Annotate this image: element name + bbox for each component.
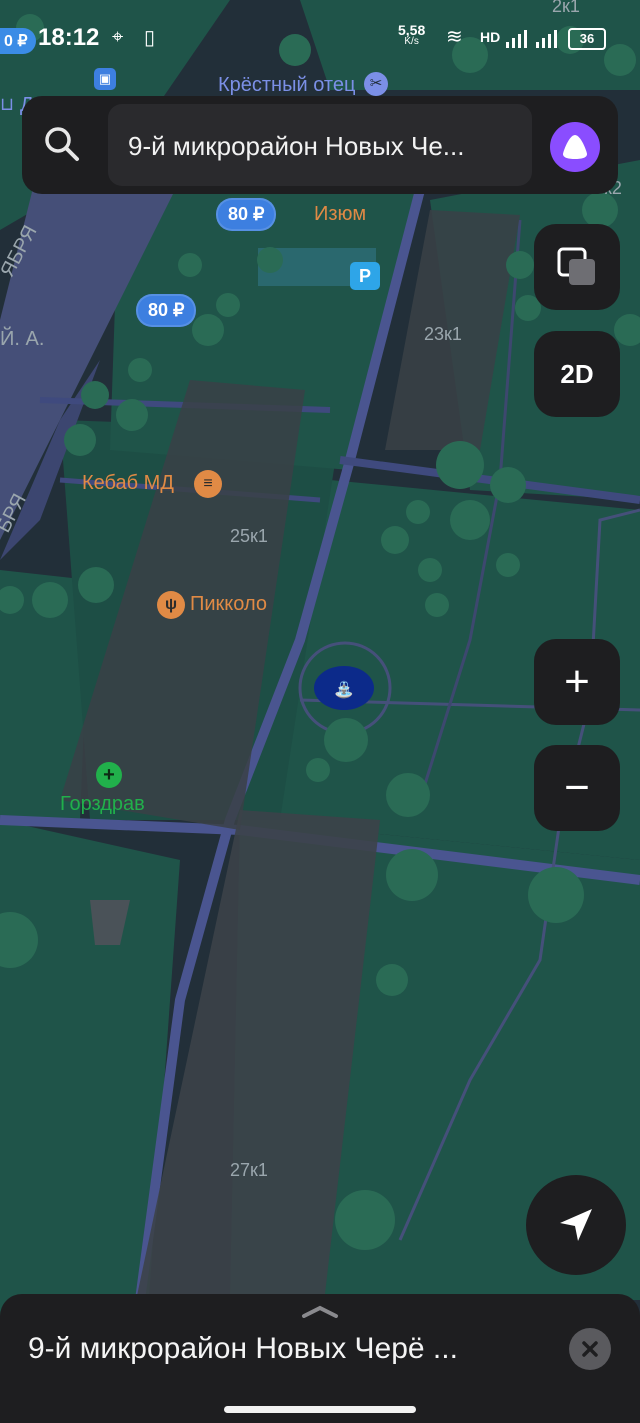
search-icon[interactable] [42,124,82,164]
price-pill: 0 ₽ [0,28,36,54]
building-label: 25к1 [230,526,268,546]
mode-2d-button[interactable]: 2D [534,331,620,417]
mode-2d-label: 2D [560,358,594,389]
signal-icon [506,30,557,48]
plus-icon: + [564,657,590,706]
bottom-sheet[interactable]: 9-й микрорайон Новых Черё ... [0,1294,640,1423]
chevron-up-icon[interactable] [300,1304,340,1318]
search-input[interactable]: 9-й микрорайон Новых Че... [108,104,532,186]
hd-label: HD [480,29,501,45]
parking-price-1[interactable]: 80 ₽ [216,198,277,231]
zoom-in-button[interactable]: + [534,639,620,725]
close-icon [582,1341,598,1357]
search-query: 9-й микрорайон Новых Че... [128,131,465,161]
minus-icon: − [564,763,590,812]
zoom-out-button[interactable]: − [534,745,620,831]
locate-me-button[interactable] [526,1175,626,1275]
poi-kebab[interactable]: Кебаб МД [82,472,174,495]
scissors-icon[interactable]: ✂ [364,72,388,96]
poi-krestny-otets[interactable]: Крёстный отец [218,74,355,97]
vibrate-icon: ▯ [144,27,156,49]
poi-izyum[interactable]: Изюм [314,203,366,226]
alice-icon [563,135,587,159]
location-icon: ⌖ [112,26,124,48]
restaurant-icon[interactable]: ψ [157,591,185,619]
close-button[interactable] [569,1328,611,1370]
bus-stop-icon[interactable]: ▣ [94,68,116,90]
parking-price-2[interactable]: 80 ₽ [136,294,197,327]
poi-gorzdrav[interactable]: Горздрав [60,793,145,816]
poi-piccolo[interactable]: Пикколо [190,593,267,616]
alice-assistant-button[interactable] [550,122,600,172]
search-bar[interactable]: 9-й микрорайон Новых Че... [22,96,618,194]
net-speed: 5,58 K/s [398,22,426,47]
layers-icon [557,247,595,285]
pharmacy-icon[interactable]: + [96,762,122,788]
battery-indicator: 36 [568,28,606,50]
building-label: 23к1 [424,324,462,344]
navigation-arrow-icon [560,1209,592,1241]
place-title: 9-й микрорайон Новых Черё ... [28,1332,458,1365]
parking-icon[interactable]: P [350,262,380,290]
wifi-icon: ≋ [446,26,463,48]
clock: 18:12 [38,24,100,51]
layers-button[interactable] [534,224,620,310]
shop-icon[interactable]: ⊔ [0,94,14,115]
street-label: Й. А. [0,328,45,350]
home-indicator[interactable] [224,1406,416,1413]
svg-text:⛲: ⛲ [334,680,354,699]
burger-icon[interactable]: ≡ [194,470,222,498]
status-bar: 0 ₽ 18:12 ⌖ ▯ 5,58 K/s ≋ HD 36 [0,0,640,78]
building-label: 2к1 [552,0,580,16]
building-label: 27к1 [230,1160,268,1180]
